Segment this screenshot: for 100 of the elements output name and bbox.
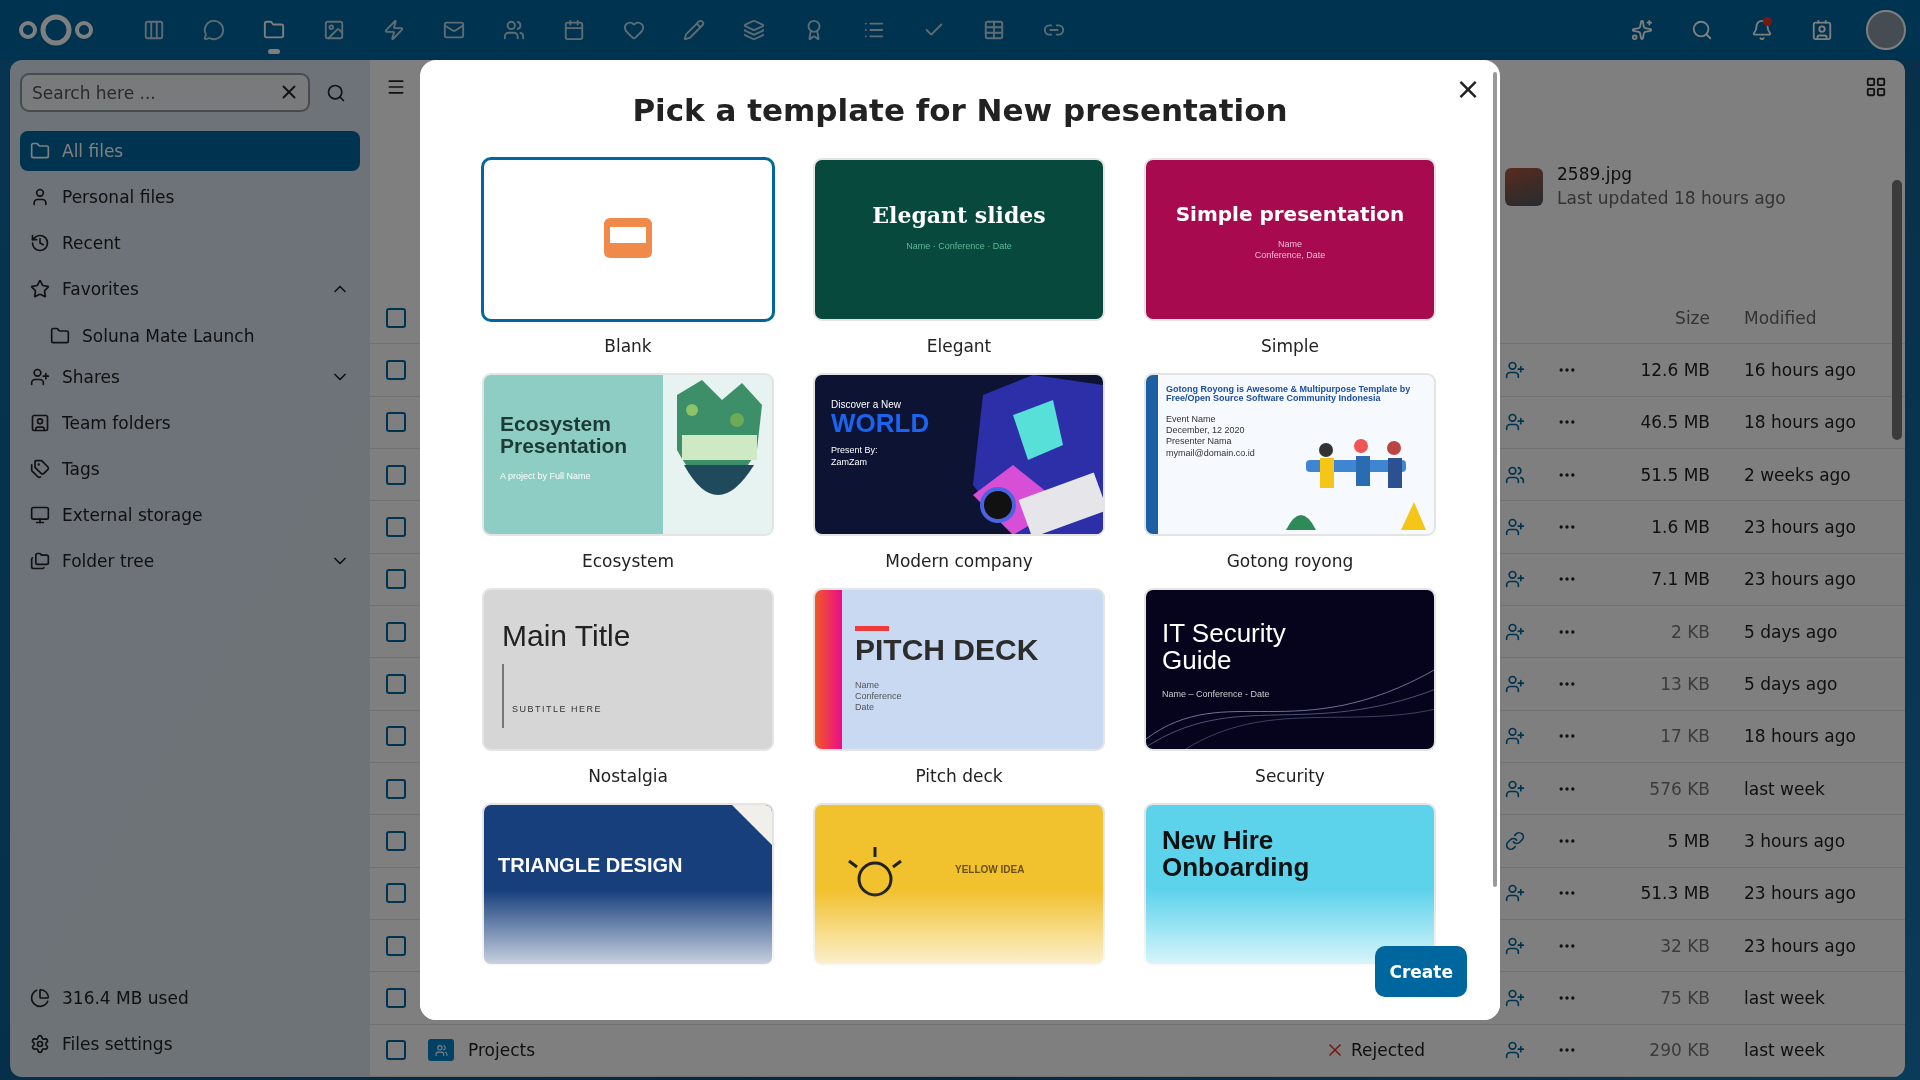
share-icon[interactable] — [1505, 674, 1525, 694]
divider-line — [502, 664, 504, 728]
nav-item[interactable]: Favorites — [20, 269, 360, 309]
nav-item[interactable]: External storage — [20, 495, 360, 535]
row-checkbox[interactable] — [386, 988, 406, 1009]
slide-title: Main Title — [502, 620, 631, 652]
avatar[interactable] — [1866, 10, 1906, 50]
row-checkbox[interactable] — [386, 935, 406, 956]
row-checkbox[interactable] — [386, 831, 406, 852]
nav-icon — [30, 413, 50, 433]
nav-item[interactable]: Tags — [20, 449, 360, 489]
file-name[interactable]: Projects — [468, 1040, 536, 1061]
scrollbar[interactable] — [1892, 180, 1902, 440]
modified-cell-text: 5 days ago — [1743, 621, 1839, 642]
template-option[interactable]: Blank — [482, 158, 774, 361]
row-checkbox[interactable] — [386, 464, 406, 485]
status-text: Rejected — [1351, 1040, 1425, 1061]
file-name[interactable]: 2589.jpg — [1557, 164, 1786, 185]
modified-cell-text: 23 hours ago — [1743, 935, 1857, 956]
share-icon[interactable] — [1505, 935, 1525, 956]
select-all-checkbox[interactable] — [386, 308, 406, 329]
share-icon[interactable] — [1505, 726, 1525, 747]
row-checkbox[interactable] — [386, 883, 406, 904]
grid-view-icon[interactable] — [1865, 76, 1887, 99]
template-option[interactable]: IT Security Guide Name – Conference - Date Security — [1144, 588, 1436, 791]
share-icon[interactable] — [1505, 359, 1525, 380]
nav-item[interactable]: Team folders — [20, 403, 360, 443]
modified-cell-text: 5 days ago — [1743, 674, 1839, 694]
nav-item[interactable]: All files — [20, 131, 360, 171]
template-option[interactable]: New Hire Onboarding — [1144, 803, 1436, 966]
slide-text: Name — [855, 679, 880, 691]
quota-item[interactable]: 316.4 MB used — [20, 975, 360, 1021]
template-option[interactable]: Discover a New WORLD Present By: ZamZam Modern company — [813, 373, 1105, 576]
template-option[interactable]: TRIANGLE DESIGN — [482, 803, 774, 966]
nav-item[interactable]: Recent — [20, 223, 360, 263]
create-button[interactable]: Create — [1375, 946, 1467, 997]
share-icon[interactable] — [1505, 516, 1525, 537]
nav-icon — [30, 279, 50, 299]
folder-icon — [428, 1039, 454, 1062]
template-option[interactable]: Ecosystem Presentation A project by Full Name Ecosystem — [482, 373, 774, 576]
modified-cell-text: 23 hours ago — [1743, 883, 1857, 904]
modified-cell-text: 3 hours ago — [1743, 831, 1847, 852]
modified-cell-text: 23 hours ago — [1743, 569, 1857, 590]
share-icon[interactable] — [1505, 412, 1525, 433]
row-checkbox[interactable] — [386, 778, 406, 799]
slide-text: Name · Conference · Date — [906, 241, 1012, 253]
modified-cell-text: 16 hours ago — [1743, 359, 1857, 380]
share-icon[interactable] — [1505, 1040, 1525, 1061]
slide-text: December, 12 2020 — [1166, 425, 1246, 437]
slide-title: Gotong Royong is Awesome & Multipurpose Template by Free/Open Source Software Community Indonesia — [1166, 385, 1412, 404]
share-icon[interactable] — [1505, 778, 1525, 799]
search-field[interactable]: Search here ... — [20, 73, 310, 112]
settings-item[interactable]: Files settings — [20, 1021, 360, 1067]
row-checkbox[interactable] — [386, 726, 406, 747]
template-option[interactable]: Elegant slides Name · Conference · Date Elegant — [813, 158, 1105, 361]
slide-title: WORLD — [831, 410, 930, 438]
slide-title: IT Security Guide — [1162, 620, 1287, 675]
row-checkbox[interactable] — [386, 412, 406, 433]
template-option[interactable]: YELLOW IDEA — [813, 803, 1105, 966]
column-header[interactable]: Modified — [1710, 308, 1885, 329]
share-icon[interactable] — [1505, 988, 1525, 1009]
row-checkbox[interactable] — [386, 359, 406, 380]
dialog-title: Pick a template for New presentation — [632, 91, 1288, 128]
nav-icon — [30, 505, 50, 525]
search-icon[interactable] — [326, 82, 346, 103]
modified-cell-text: last week — [1743, 778, 1826, 799]
template-option[interactable]: Gotong Royong is Awesome & Multipurpose Template by Free/Open Source Software Community Indonesia Event Name December, 12 2020 Presenter Nama mymail@domain.co.id Gotong royong — [1144, 373, 1436, 576]
slide-title: Simple presentation — [1175, 204, 1405, 225]
nav-item[interactable]: Personal files — [20, 177, 360, 217]
slide-text: Event Name — [1166, 413, 1217, 426]
slide-text: Date — [855, 702, 875, 714]
nav-icon — [30, 551, 50, 571]
close-button[interactable]: × — [1448, 68, 1488, 108]
slide-text: Present By: — [831, 445, 878, 457]
slide-text: ZamZam — [831, 456, 868, 468]
share-icon[interactable] — [1505, 831, 1525, 852]
slide-title: PITCH DECK — [855, 634, 1039, 666]
slide-text: SUBTITLE HERE — [512, 703, 602, 715]
scrollbar[interactable] — [1493, 72, 1497, 887]
row-checkbox[interactable] — [386, 674, 406, 694]
row-checkbox[interactable] — [386, 1040, 406, 1061]
logo[interactable] — [18, 13, 94, 47]
row-checkbox[interactable] — [386, 516, 406, 537]
share-icon[interactable] — [1505, 621, 1525, 642]
share-icon[interactable] — [1505, 883, 1525, 904]
size-cell-text: 46.5 MB — [1639, 412, 1710, 433]
share-icon[interactable] — [1505, 569, 1525, 590]
accent-bar — [855, 626, 889, 631]
slide-text: Conference, Date — [1254, 250, 1326, 262]
share-icon[interactable] — [1505, 464, 1525, 485]
template-option[interactable]: Simple presentation Name Conference, Date Simple — [1144, 158, 1436, 361]
template-option[interactable]: PITCH DECK Name Conference Date Pitch deck — [813, 588, 1105, 791]
nav-item[interactable]: Folder tree — [20, 541, 360, 581]
row-checkbox[interactable] — [386, 621, 406, 642]
row-checkbox[interactable] — [386, 569, 406, 590]
nav-item[interactable]: Shares — [20, 357, 360, 397]
template-option[interactable]: Main Title SUBTITLE HERE Nostalgia — [482, 588, 774, 791]
nav-item[interactable]: Soluna Mate Launch — [20, 315, 360, 356]
column-header[interactable]: Size — [1594, 308, 1710, 329]
size-cell-text: 1.6 MB — [1650, 516, 1710, 537]
